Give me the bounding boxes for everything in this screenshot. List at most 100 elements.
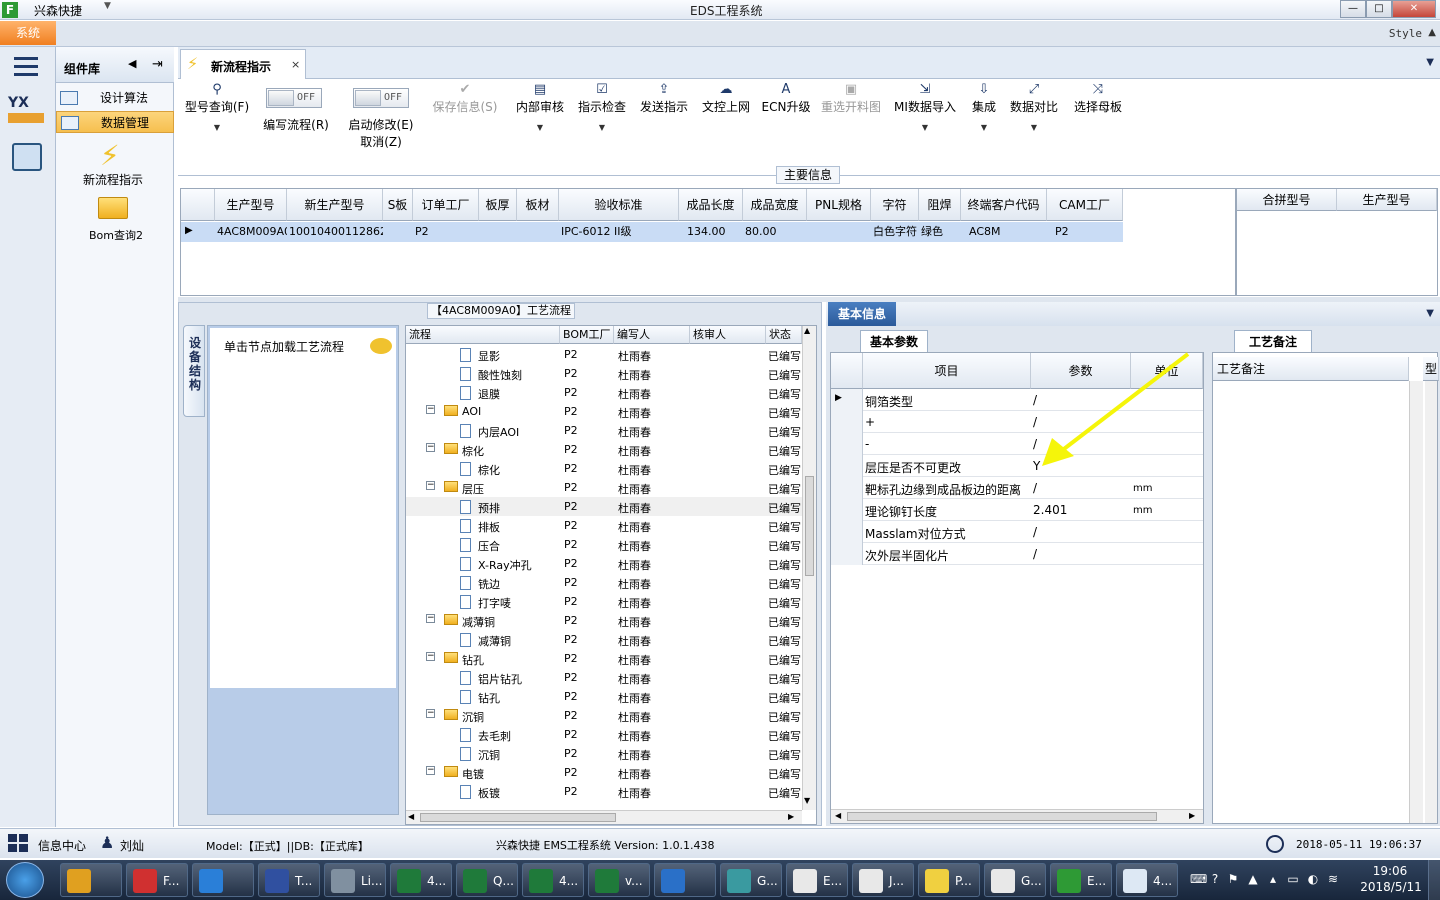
horizontal-scrollbar[interactable]: ◀ ▶	[831, 809, 1203, 823]
reselect-cutting-chart-button[interactable]: ▣ 重选开料图	[818, 82, 884, 115]
internal-review-button[interactable]: ▤ 内部审核 ▼	[512, 82, 568, 132]
maximize-button[interactable]: □	[1366, 0, 1392, 18]
table-cell[interactable]: 白色字符	[871, 222, 919, 242]
tree-row[interactable]: 退膜 P2 杜雨春 已编写	[406, 383, 802, 402]
column-header[interactable]: 型	[1423, 357, 1439, 381]
taskbar-app-button[interactable]: E...	[786, 863, 848, 897]
collapse-node-icon[interactable]: −	[426, 766, 435, 775]
table-cell[interactable]	[479, 222, 517, 242]
param-row[interactable]: Masslam对位方式 /	[831, 521, 1203, 543]
column-header[interactable]: 参数	[1031, 353, 1131, 389]
scroll-up-icon[interactable]: ▲	[804, 326, 810, 335]
panel-dropdown-icon[interactable]: ▼	[1426, 308, 1434, 319]
save-info-button[interactable]: ✔ 保存信息(S)	[430, 82, 500, 115]
vertical-scrollbar[interactable]	[1409, 381, 1423, 823]
style-menu[interactable]: Style	[1389, 27, 1422, 40]
table-cell[interactable]: P2	[413, 222, 479, 242]
param-row[interactable]: 层压是否不可更改 Y	[831, 455, 1203, 477]
column-header[interactable]: BOM工厂	[560, 326, 614, 344]
doc-control-online-button[interactable]: ☁ 文控上网	[698, 82, 754, 115]
taskbar-app-button[interactable]	[60, 863, 122, 897]
start-button[interactable]	[6, 862, 44, 898]
scroll-right-icon[interactable]: ▶	[1189, 811, 1195, 820]
tab-process-notes[interactable]: 工艺备注	[1234, 330, 1312, 352]
lightning-icon[interactable]: ⚡	[100, 139, 120, 172]
show-desktop-button[interactable]	[1428, 860, 1440, 900]
param-value-cell[interactable]: /	[1033, 481, 1037, 495]
tab-list-dropdown-icon[interactable]: ▼	[1426, 57, 1434, 68]
volume-icon[interactable]: ◐	[1306, 872, 1320, 886]
tree-row[interactable]: − 钻孔 P2 杜雨春 已编写	[406, 649, 802, 668]
show-hidden-icons-icon[interactable]: ▲	[1246, 872, 1260, 886]
tree-row[interactable]: 铝片钻孔 P2 杜雨春 已编写	[406, 668, 802, 687]
column-header[interactable]: 流程	[406, 326, 560, 344]
tree-row[interactable]: 钻孔 P2 杜雨春 已编写	[406, 687, 802, 706]
flag-icon[interactable]: ⚑	[1226, 872, 1240, 886]
taskbar-app-button[interactable]: G...	[720, 863, 782, 897]
param-value-cell[interactable]: /	[1033, 393, 1037, 407]
component-item-design-algorithm[interactable]: 设计算法	[56, 87, 174, 109]
scroll-left-icon[interactable]: ◀	[408, 812, 414, 821]
quick-access-dropdown-icon[interactable]: ▼	[104, 1, 111, 11]
param-row[interactable]: + /	[831, 411, 1203, 433]
scrollbar-thumb[interactable]	[805, 476, 814, 576]
yx-module-icon[interactable]: YX	[8, 95, 44, 129]
taskbar-app-button[interactable]: 4...	[390, 863, 452, 897]
data-compare-button[interactable]: ⤢ 数据对比 ▼	[1008, 82, 1060, 132]
tree-row[interactable]: 铣边 P2 杜雨春 已编写	[406, 573, 802, 592]
tab-base-info[interactable]: 基本信息	[828, 302, 896, 326]
taskbar-app-button[interactable]	[192, 863, 254, 897]
collapse-node-icon[interactable]: −	[426, 481, 435, 490]
write-flow-toggle[interactable]: OFF	[266, 88, 322, 108]
tree-row[interactable]: 打字唛 P2 杜雨春 已编写	[406, 592, 802, 611]
ecn-upgrade-button[interactable]: A ECN升级	[760, 82, 812, 115]
taskbar-time[interactable]: 19:06	[1360, 864, 1420, 878]
table-cell[interactable]: 80.00	[743, 222, 807, 242]
tree-row[interactable]: − 减薄铜 P2 杜雨春 已编写	[406, 611, 802, 630]
param-value-cell[interactable]: /	[1033, 415, 1037, 429]
column-header[interactable]: 阻焊	[919, 189, 961, 221]
param-value-cell[interactable]: Y	[1033, 459, 1040, 473]
tree-row[interactable]: 预排 P2 杜雨春 已编写	[406, 497, 802, 516]
tab-close-icon[interactable]: ×	[291, 58, 300, 71]
column-header[interactable]: PNL规格	[807, 189, 871, 221]
minimize-button[interactable]: —	[1340, 0, 1366, 18]
mi-data-import-button[interactable]: ⇲ MI数据导入 ▼	[892, 82, 958, 132]
param-value-cell[interactable]: /	[1033, 525, 1037, 539]
param-value-cell[interactable]: /	[1033, 547, 1037, 561]
system-menu-tab[interactable]: 系统	[0, 21, 56, 45]
dropdown-arrow-icon[interactable]: ▼	[966, 123, 1002, 132]
tab-base-params[interactable]: 基本参数	[860, 330, 928, 352]
shortcut-bom-query-label[interactable]: Bom查询2	[89, 227, 143, 243]
taskbar-app-button[interactable]	[654, 863, 716, 897]
param-value-cell[interactable]: /	[1033, 437, 1037, 451]
hamburger-menu-icon[interactable]	[14, 57, 38, 77]
tree-row[interactable]: 内层AOI P2 杜雨春 已编写	[406, 421, 802, 440]
dropdown-arrow-icon[interactable]: ▼	[574, 123, 630, 132]
column-header[interactable]: 核审人	[690, 326, 766, 344]
table-cell[interactable]: AC8M	[961, 222, 1047, 242]
message-center[interactable]: 信息中心	[38, 837, 86, 854]
taskbar-app-button[interactable]: Q...	[456, 863, 518, 897]
column-header[interactable]: 生产型号	[1337, 189, 1437, 211]
taskbar-date[interactable]: 2018/5/11	[1356, 880, 1426, 894]
tree-row[interactable]: 酸性蚀刻 P2 杜雨春 已编写	[406, 364, 802, 383]
tree-row[interactable]: − 电镀 P2 杜雨春 已编写	[406, 763, 802, 782]
param-row[interactable]: ▶ 铜箔类型 /	[831, 389, 1203, 411]
tree-row[interactable]: − 棕化 P2 杜雨春 已编写	[406, 440, 802, 459]
column-header[interactable]: 板厚	[479, 189, 517, 221]
vertical-scrollbar[interactable]: ▲ ▼	[802, 326, 816, 810]
dropdown-arrow-icon[interactable]: ▼	[184, 123, 250, 132]
param-value-cell[interactable]: 2.401	[1033, 503, 1067, 517]
param-row[interactable]: - /	[831, 433, 1203, 455]
column-header[interactable]: 项目	[863, 353, 1031, 389]
column-header[interactable]: 成品长度	[679, 189, 743, 221]
scroll-down-icon[interactable]: ▼	[804, 796, 810, 805]
tab-new-flow[interactable]: ⚡ 新流程指示 ×	[180, 49, 306, 79]
column-header[interactable]: 订单工厂	[413, 189, 479, 221]
column-header[interactable]: 板材	[517, 189, 559, 221]
model-query-button[interactable]: ⚲ 型号查询(F) ▼	[184, 82, 250, 132]
taskbar-app-button[interactable]: F...	[126, 863, 188, 897]
scroll-right-icon[interactable]: ▶	[788, 812, 794, 821]
tree-row[interactable]: 减薄铜 P2 杜雨春 已编写	[406, 630, 802, 649]
